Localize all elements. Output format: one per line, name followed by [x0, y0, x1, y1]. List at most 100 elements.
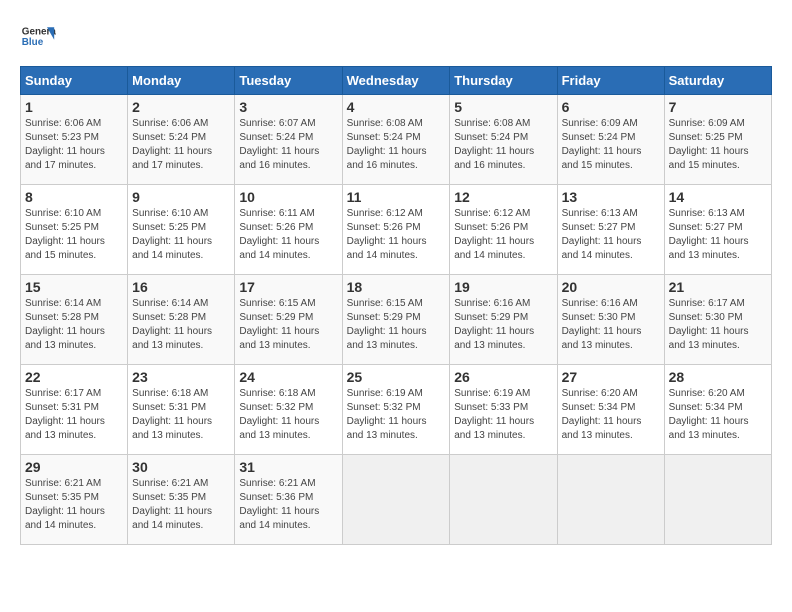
day-number: 28 — [669, 369, 767, 385]
calendar-cell: 26 Sunrise: 6:19 AMSunset: 5:33 PMDaylig… — [450, 365, 557, 455]
day-number: 18 — [347, 279, 446, 295]
day-number: 13 — [562, 189, 660, 205]
day-detail: Sunrise: 6:06 AMSunset: 5:23 PMDaylight:… — [25, 118, 105, 171]
day-detail: Sunrise: 6:21 AMSunset: 5:35 PMDaylight:… — [132, 478, 212, 531]
day-number: 12 — [454, 189, 552, 205]
header-row: SundayMondayTuesdayWednesdayThursdayFrid… — [21, 67, 772, 95]
day-number: 30 — [132, 459, 230, 475]
calendar-cell: 31 Sunrise: 6:21 AMSunset: 5:36 PMDaylig… — [235, 455, 342, 545]
calendar-week-2: 8 Sunrise: 6:10 AMSunset: 5:25 PMDayligh… — [21, 185, 772, 275]
day-number: 23 — [132, 369, 230, 385]
calendar-cell: 27 Sunrise: 6:20 AMSunset: 5:34 PMDaylig… — [557, 365, 664, 455]
calendar-cell: 6 Sunrise: 6:09 AMSunset: 5:24 PMDayligh… — [557, 95, 664, 185]
day-detail: Sunrise: 6:21 AMSunset: 5:35 PMDaylight:… — [25, 478, 105, 531]
day-number: 10 — [239, 189, 337, 205]
day-detail: Sunrise: 6:19 AMSunset: 5:32 PMDaylight:… — [347, 388, 427, 441]
day-detail: Sunrise: 6:14 AMSunset: 5:28 PMDaylight:… — [132, 298, 212, 351]
calendar-cell: 5 Sunrise: 6:08 AMSunset: 5:24 PMDayligh… — [450, 95, 557, 185]
calendar-cell: 28 Sunrise: 6:20 AMSunset: 5:34 PMDaylig… — [664, 365, 771, 455]
column-header-saturday: Saturday — [664, 67, 771, 95]
calendar-cell — [557, 455, 664, 545]
day-number: 6 — [562, 99, 660, 115]
calendar-week-1: 1 Sunrise: 6:06 AMSunset: 5:23 PMDayligh… — [21, 95, 772, 185]
day-detail: Sunrise: 6:12 AMSunset: 5:26 PMDaylight:… — [454, 208, 534, 261]
day-detail: Sunrise: 6:19 AMSunset: 5:33 PMDaylight:… — [454, 388, 534, 441]
calendar-cell: 18 Sunrise: 6:15 AMSunset: 5:29 PMDaylig… — [342, 275, 450, 365]
day-detail: Sunrise: 6:16 AMSunset: 5:29 PMDaylight:… — [454, 298, 534, 351]
day-number: 15 — [25, 279, 123, 295]
calendar-cell: 21 Sunrise: 6:17 AMSunset: 5:30 PMDaylig… — [664, 275, 771, 365]
day-number: 25 — [347, 369, 446, 385]
calendar-cell — [342, 455, 450, 545]
day-number: 24 — [239, 369, 337, 385]
day-number: 14 — [669, 189, 767, 205]
day-number: 4 — [347, 99, 446, 115]
day-number: 21 — [669, 279, 767, 295]
calendar-cell: 17 Sunrise: 6:15 AMSunset: 5:29 PMDaylig… — [235, 275, 342, 365]
day-detail: Sunrise: 6:08 AMSunset: 5:24 PMDaylight:… — [454, 118, 534, 171]
calendar-cell: 20 Sunrise: 6:16 AMSunset: 5:30 PMDaylig… — [557, 275, 664, 365]
column-header-wednesday: Wednesday — [342, 67, 450, 95]
column-header-thursday: Thursday — [450, 67, 557, 95]
calendar-cell: 13 Sunrise: 6:13 AMSunset: 5:27 PMDaylig… — [557, 185, 664, 275]
logo-icon: General Blue — [20, 20, 56, 56]
calendar-cell: 29 Sunrise: 6:21 AMSunset: 5:35 PMDaylig… — [21, 455, 128, 545]
calendar-cell: 23 Sunrise: 6:18 AMSunset: 5:31 PMDaylig… — [128, 365, 235, 455]
calendar-cell — [450, 455, 557, 545]
day-detail: Sunrise: 6:20 AMSunset: 5:34 PMDaylight:… — [669, 388, 749, 441]
day-detail: Sunrise: 6:11 AMSunset: 5:26 PMDaylight:… — [239, 208, 319, 261]
calendar-table: SundayMondayTuesdayWednesdayThursdayFrid… — [20, 66, 772, 545]
calendar-cell: 8 Sunrise: 6:10 AMSunset: 5:25 PMDayligh… — [21, 185, 128, 275]
day-detail: Sunrise: 6:21 AMSunset: 5:36 PMDaylight:… — [239, 478, 319, 531]
day-number: 19 — [454, 279, 552, 295]
calendar-cell: 1 Sunrise: 6:06 AMSunset: 5:23 PMDayligh… — [21, 95, 128, 185]
svg-text:Blue: Blue — [22, 37, 44, 48]
day-detail: Sunrise: 6:10 AMSunset: 5:25 PMDaylight:… — [132, 208, 212, 261]
day-number: 5 — [454, 99, 552, 115]
day-detail: Sunrise: 6:17 AMSunset: 5:31 PMDaylight:… — [25, 388, 105, 441]
calendar-cell: 24 Sunrise: 6:18 AMSunset: 5:32 PMDaylig… — [235, 365, 342, 455]
logo: General Blue — [20, 20, 56, 56]
calendar-cell: 9 Sunrise: 6:10 AMSunset: 5:25 PMDayligh… — [128, 185, 235, 275]
calendar-week-3: 15 Sunrise: 6:14 AMSunset: 5:28 PMDaylig… — [21, 275, 772, 365]
day-number: 2 — [132, 99, 230, 115]
calendar-cell: 10 Sunrise: 6:11 AMSunset: 5:26 PMDaylig… — [235, 185, 342, 275]
day-number: 22 — [25, 369, 123, 385]
calendar-cell: 3 Sunrise: 6:07 AMSunset: 5:24 PMDayligh… — [235, 95, 342, 185]
day-number: 31 — [239, 459, 337, 475]
page-header: General Blue — [20, 20, 772, 56]
calendar-header: SundayMondayTuesdayWednesdayThursdayFrid… — [21, 67, 772, 95]
day-number: 1 — [25, 99, 123, 115]
day-number: 29 — [25, 459, 123, 475]
calendar-week-5: 29 Sunrise: 6:21 AMSunset: 5:35 PMDaylig… — [21, 455, 772, 545]
calendar-cell: 2 Sunrise: 6:06 AMSunset: 5:24 PMDayligh… — [128, 95, 235, 185]
day-detail: Sunrise: 6:10 AMSunset: 5:25 PMDaylight:… — [25, 208, 105, 261]
day-detail: Sunrise: 6:06 AMSunset: 5:24 PMDaylight:… — [132, 118, 212, 171]
calendar-week-4: 22 Sunrise: 6:17 AMSunset: 5:31 PMDaylig… — [21, 365, 772, 455]
day-detail: Sunrise: 6:18 AMSunset: 5:31 PMDaylight:… — [132, 388, 212, 441]
day-detail: Sunrise: 6:09 AMSunset: 5:25 PMDaylight:… — [669, 118, 749, 171]
column-header-monday: Monday — [128, 67, 235, 95]
calendar-cell: 7 Sunrise: 6:09 AMSunset: 5:25 PMDayligh… — [664, 95, 771, 185]
day-detail: Sunrise: 6:15 AMSunset: 5:29 PMDaylight:… — [239, 298, 319, 351]
day-number: 27 — [562, 369, 660, 385]
day-detail: Sunrise: 6:07 AMSunset: 5:24 PMDaylight:… — [239, 118, 319, 171]
day-detail: Sunrise: 6:12 AMSunset: 5:26 PMDaylight:… — [347, 208, 427, 261]
day-detail: Sunrise: 6:15 AMSunset: 5:29 PMDaylight:… — [347, 298, 427, 351]
calendar-cell: 30 Sunrise: 6:21 AMSunset: 5:35 PMDaylig… — [128, 455, 235, 545]
day-detail: Sunrise: 6:20 AMSunset: 5:34 PMDaylight:… — [562, 388, 642, 441]
calendar-cell — [664, 455, 771, 545]
day-detail: Sunrise: 6:08 AMSunset: 5:24 PMDaylight:… — [347, 118, 427, 171]
day-number: 11 — [347, 189, 446, 205]
calendar-cell: 4 Sunrise: 6:08 AMSunset: 5:24 PMDayligh… — [342, 95, 450, 185]
day-number: 26 — [454, 369, 552, 385]
day-detail: Sunrise: 6:09 AMSunset: 5:24 PMDaylight:… — [562, 118, 642, 171]
calendar-cell: 25 Sunrise: 6:19 AMSunset: 5:32 PMDaylig… — [342, 365, 450, 455]
day-number: 8 — [25, 189, 123, 205]
day-number: 9 — [132, 189, 230, 205]
column-header-tuesday: Tuesday — [235, 67, 342, 95]
day-number: 17 — [239, 279, 337, 295]
day-detail: Sunrise: 6:16 AMSunset: 5:30 PMDaylight:… — [562, 298, 642, 351]
day-detail: Sunrise: 6:17 AMSunset: 5:30 PMDaylight:… — [669, 298, 749, 351]
calendar-cell: 22 Sunrise: 6:17 AMSunset: 5:31 PMDaylig… — [21, 365, 128, 455]
